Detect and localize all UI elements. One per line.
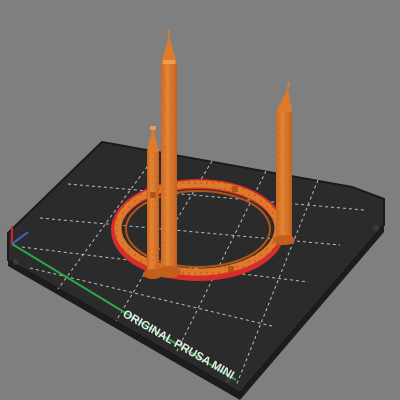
ring-notch (232, 186, 238, 192)
bed-screw (373, 225, 379, 231)
3d-viewport[interactable]: ORIGINAL PRUSA MINI (0, 0, 400, 400)
spire-left[interactable] (147, 126, 159, 278)
scene[interactable]: ORIGINAL PRUSA MINI (0, 0, 400, 400)
spire-right[interactable] (276, 81, 292, 242)
ring-notch (150, 192, 156, 198)
bed-screw (13, 259, 19, 265)
spire-base (273, 235, 295, 245)
ring-notch (228, 266, 234, 272)
spire-center[interactable] (161, 30, 177, 274)
spire-base (157, 266, 181, 278)
